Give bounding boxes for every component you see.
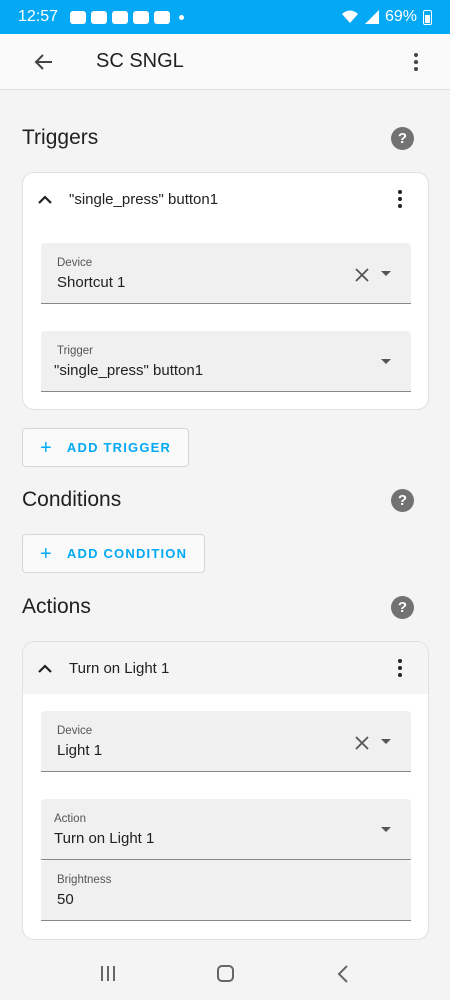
arrow-left-icon xyxy=(34,53,52,70)
dot-icon xyxy=(398,190,402,194)
action-card-header[interactable]: Turn on Light 1 xyxy=(23,642,428,694)
dot-icon xyxy=(398,666,402,670)
actions-heading: Actions xyxy=(22,595,91,618)
system-nav-bar xyxy=(0,947,450,1000)
field-value: "single_press" button1 xyxy=(54,362,204,379)
field-label: Brightness xyxy=(57,874,112,886)
clear-icon[interactable] xyxy=(355,268,369,282)
dropdown-arrow-icon[interactable] xyxy=(381,271,391,276)
app-bar: SC SNGL xyxy=(0,34,450,90)
plus-icon: + xyxy=(40,542,53,565)
notification-icon xyxy=(70,10,87,24)
chevron-up-icon[interactable] xyxy=(37,191,53,207)
trigger-card-menu-button[interactable] xyxy=(394,184,406,214)
back-button[interactable] xyxy=(22,40,66,84)
plus-icon: + xyxy=(40,436,53,459)
dot-icon xyxy=(398,204,402,208)
clear-icon[interactable] xyxy=(355,736,369,750)
field-label: Trigger xyxy=(57,345,93,357)
add-condition-button[interactable]: + ADD CONDITION xyxy=(22,534,206,573)
triggers-help-icon[interactable]: ? xyxy=(391,127,414,150)
status-time: 12:57 xyxy=(18,8,59,25)
trigger-device-field[interactable]: Device Shortcut 1 xyxy=(41,243,411,304)
home-button[interactable] xyxy=(217,965,235,982)
notification-icons xyxy=(70,10,185,24)
field-label: Device xyxy=(57,725,93,737)
action-card: Turn on Light 1 Device Light 1 Action Tu… xyxy=(22,641,429,940)
brightness-field[interactable]: Brightness 50 xyxy=(41,860,411,921)
wifi-icon xyxy=(341,10,358,23)
dot-icon xyxy=(398,673,402,677)
conditions-heading: Conditions xyxy=(22,488,122,511)
add-trigger-button[interactable]: + ADD TRIGGER xyxy=(22,428,190,467)
dot-icon xyxy=(414,59,418,64)
field-label: Device xyxy=(57,257,93,269)
action-card-title: Turn on Light 1 xyxy=(69,659,170,677)
signal-icon xyxy=(364,10,379,24)
battery-text: 69% xyxy=(384,8,417,25)
trigger-card-title: "single_press" button1 xyxy=(69,190,219,208)
dot-icon xyxy=(398,659,402,663)
field-value: Turn on Light 1 xyxy=(54,830,155,847)
trigger-card: "single_press" button1 Device Shortcut 1… xyxy=(22,172,429,410)
add-trigger-label: ADD TRIGGER xyxy=(66,440,172,455)
system-back-button[interactable] xyxy=(337,964,349,983)
field-value: Shortcut 1 xyxy=(57,274,126,291)
battery-icon xyxy=(423,9,432,25)
field-value[interactable]: 50 xyxy=(57,891,74,908)
dot-icon xyxy=(398,197,402,201)
notification-icon xyxy=(154,10,171,24)
notification-icon xyxy=(133,10,150,24)
field-value: Light 1 xyxy=(57,742,103,759)
recent-apps-button[interactable] xyxy=(101,966,116,981)
dropdown-arrow-icon[interactable] xyxy=(381,827,391,832)
dot-icon xyxy=(414,66,418,71)
dropdown-arrow-icon[interactable] xyxy=(381,739,391,744)
trigger-type-field[interactable]: Trigger "single_press" button1 xyxy=(41,331,411,392)
page-title: SC SNGL xyxy=(96,50,184,72)
dropdown-arrow-icon[interactable] xyxy=(381,359,391,364)
action-card-menu-button[interactable] xyxy=(394,653,406,683)
add-condition-label: ADD CONDITION xyxy=(66,546,188,561)
action-type-field[interactable]: Action Turn on Light 1 xyxy=(41,799,411,860)
notification-icon xyxy=(91,10,108,24)
triggers-heading: Triggers xyxy=(22,126,99,149)
status-bar: 12:57 69% xyxy=(0,0,450,34)
trigger-card-header[interactable]: "single_press" button1 xyxy=(23,173,428,225)
field-label: Action xyxy=(54,813,86,825)
notification-icon xyxy=(112,10,129,24)
more-notifications-icon xyxy=(179,14,185,20)
dot-icon xyxy=(414,52,418,57)
actions-help-icon[interactable]: ? xyxy=(391,596,414,619)
overflow-menu-button[interactable] xyxy=(404,40,428,84)
chevron-up-icon[interactable] xyxy=(37,660,53,676)
action-device-field[interactable]: Device Light 1 xyxy=(41,711,411,772)
conditions-help-icon[interactable]: ? xyxy=(391,489,414,512)
